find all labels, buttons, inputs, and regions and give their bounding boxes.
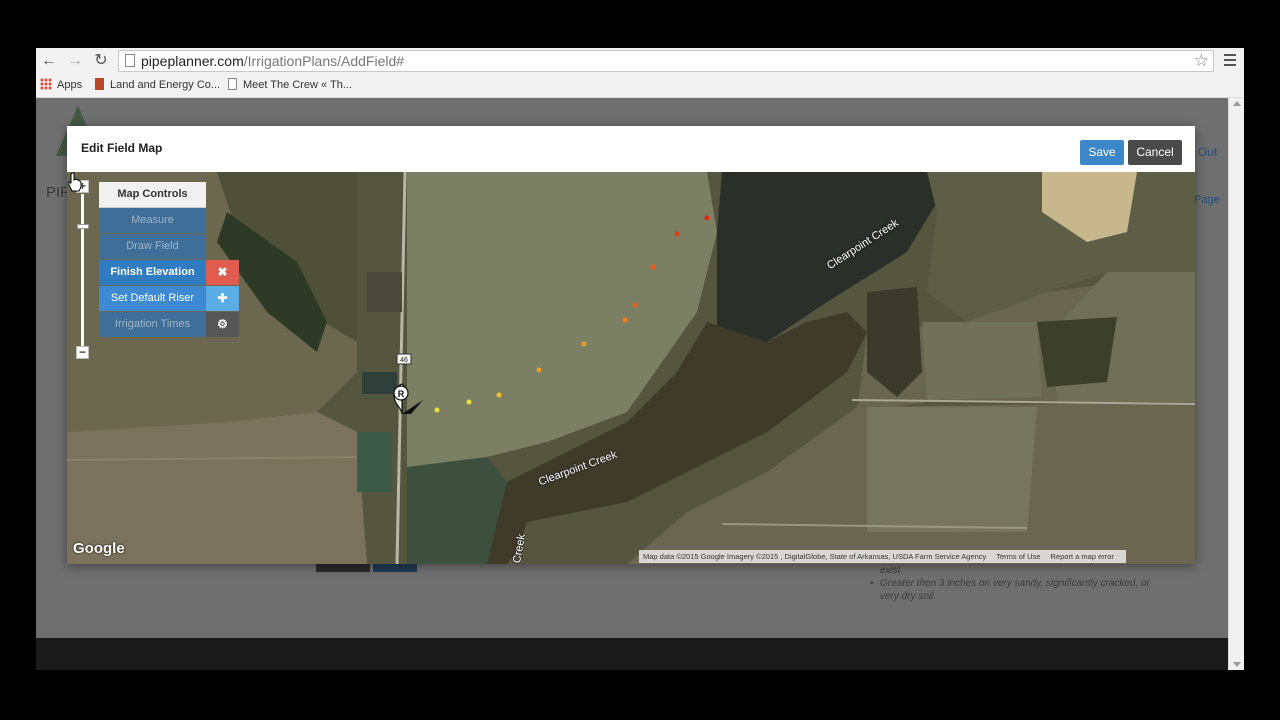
bookmarks-bar: Apps Land and Energy Co... Meet The Crew… [36,74,1244,98]
bookmark-land-energy[interactable]: Land and Energy Co... [95,78,220,91]
page-link[interactable]: Page [1194,194,1220,206]
zoom-slider-track[interactable] [81,194,84,346]
list-item: • Greater then 3 inches on very sandy, si… [868,577,1168,603]
background-button [316,564,370,572]
url-path: /IrrigationPlans/AddField# [243,53,405,69]
bookmark-star-icon[interactable]: ☆ [1194,51,1209,71]
elevation-point [650,264,656,270]
bullet-icon: • [870,578,874,589]
gears-icon[interactable]: ⚙ [206,312,239,337]
report-map-error-link[interactable]: Report a map error [1051,552,1114,561]
finish-elevation-button[interactable]: Finish Elevation [99,260,206,285]
google-logo: Google [73,540,125,557]
list-item-text: Greater then 3 inches on very sandy, sig… [880,578,1150,602]
page-scrollbar[interactable] [1228,98,1244,670]
elevation-point [674,231,680,237]
bookmark-label: Land and Energy Co... [110,79,221,91]
signout-link[interactable]: Out [1198,145,1217,159]
reload-icon[interactable]: ↻ [92,52,110,70]
chrome-menu-icon[interactable] [1224,54,1236,69]
elevation-point [704,215,710,221]
bookmark-label: Meet The Crew « Th... [243,79,353,91]
scroll-down-icon[interactable] [1233,662,1241,667]
url-text[interactable]: pipeplanner.com/IrrigationPlans/AddField… [141,53,404,69]
elevation-point [466,399,472,405]
bookmark-label: Apps [57,79,83,91]
elevation-point [622,317,628,323]
hand-cursor-icon [68,172,82,192]
apps-grid-icon [40,78,52,90]
back-icon[interactable]: ← [40,52,58,70]
elevation-point [434,407,440,413]
zoom-slider-handle[interactable] [77,224,89,229]
measure-button[interactable]: Measure [99,208,206,233]
irrigation-times-button[interactable]: Irrigation Times [99,312,206,337]
url-host: pipeplanner.com [141,53,244,69]
modal-header: Edit Field Map Save Cancel [67,126,1195,172]
zoom-out-button[interactable]: − [76,346,89,359]
address-bar[interactable]: pipeplanner.com/IrrigationPlans/AddField… [118,50,1214,72]
close-icon[interactable]: ✖ [206,260,239,285]
riser-marker-label: R [398,389,405,399]
forward-icon[interactable]: → [66,52,84,70]
elevation-point [536,367,542,373]
map-attribution: Map data ©2015 Google Imagery ©2015 , Di… [639,550,1126,563]
background-list: exist • Greater then 3 inches on very san… [868,564,1168,603]
page-icon [125,54,135,67]
page-footer [36,638,1228,670]
elevation-point [496,392,502,398]
set-default-riser-button[interactable]: Set Default Riser [99,286,206,311]
cancel-button[interactable]: Cancel [1128,140,1182,165]
save-button[interactable]: Save [1080,140,1124,165]
elevation-point [581,341,587,347]
browser-window: ← → ↻ pipeplanner.com/IrrigationPlans/Ad… [36,48,1244,670]
modal-title: Edit Field Map [81,141,163,155]
background-button [373,564,417,572]
scroll-up-icon[interactable] [1233,101,1241,106]
browser-toolbar: ← → ↻ pipeplanner.com/IrrigationPlans/Ad… [36,48,1244,74]
attribution-text: Map data ©2015 Google Imagery ©2015 , Di… [643,552,987,561]
satellite-map[interactable]: 46 R Clearpoint Creek Clearpoint Creek C… [67,172,1195,564]
edit-field-map-modal: Edit Field Map Save Cancel 46 R Clearpoi… [67,126,1195,564]
map-imagery: 46 R [67,172,1195,564]
map-controls-header: Map Controls [99,182,206,208]
terms-of-use-link[interactable]: Terms of Use [996,552,1040,561]
road-shield-46: 46 [400,357,408,364]
bookmark-meet-crew[interactable]: Meet The Crew « Th... [228,78,352,91]
bookmark-favicon-icon [95,78,104,90]
elevation-point [632,302,638,308]
list-item: exist [880,565,901,576]
draw-field-button[interactable]: Draw Field [99,234,206,259]
plus-icon[interactable]: ✚ [206,286,239,311]
bookmark-apps[interactable]: Apps [40,78,82,91]
page-viewport: PIP Out Page exist • Greater then 3 inche… [36,98,1228,670]
page-icon [228,78,237,90]
